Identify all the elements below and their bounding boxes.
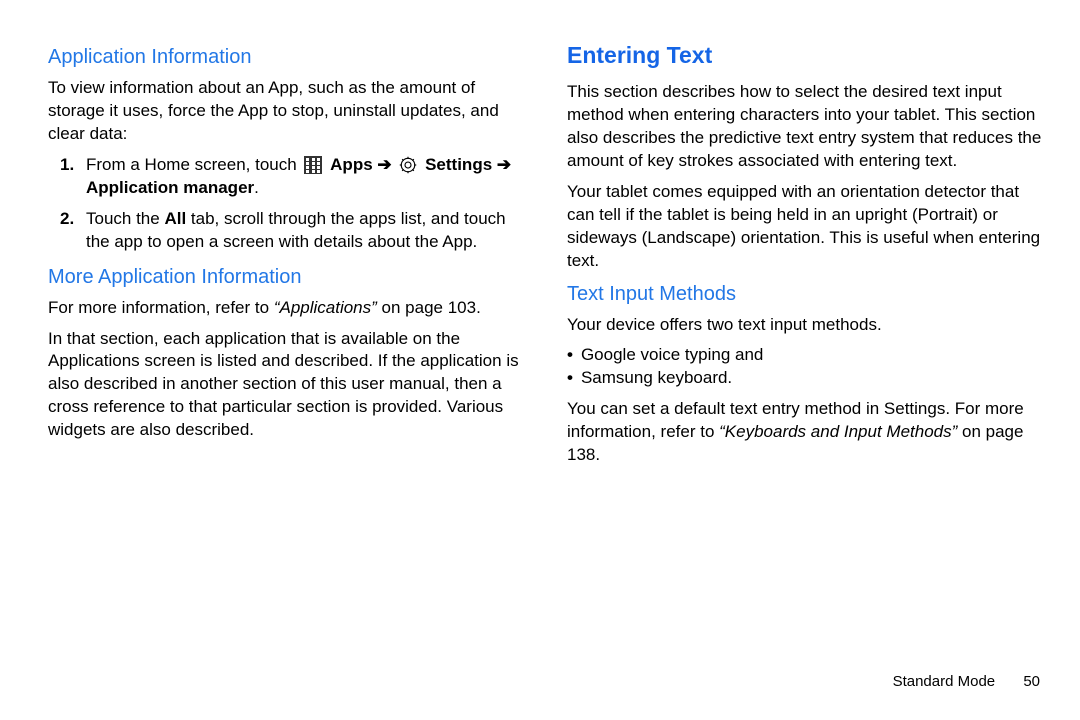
heading-text-input-methods: Text Input Methods — [567, 281, 1046, 308]
gear-icon — [399, 156, 417, 174]
paragraph: In that section, each application that i… — [48, 328, 527, 443]
all-tab-label: All — [164, 209, 186, 228]
heading-entering-text: Entering Text — [567, 40, 1046, 71]
arrow-icon: ➔ — [377, 155, 396, 174]
paragraph: For more information, refer to “Applicat… — [48, 297, 527, 320]
heading-application-information: Application Information — [48, 44, 527, 71]
apps-label: Apps — [330, 155, 373, 174]
list-item: Google voice typing and — [567, 344, 1046, 367]
paragraph: Your device offers two text input method… — [567, 314, 1046, 337]
step-text: Touch the All tab, scroll through the ap… — [86, 208, 527, 254]
apps-icon — [304, 156, 322, 174]
app-manager-label: Application manager — [86, 178, 254, 197]
arrow-icon: ➔ — [497, 155, 511, 174]
paragraph: This section describes how to select the… — [567, 81, 1046, 173]
footer-section: Standard Mode — [893, 673, 996, 690]
paragraph: You can set a default text entry method … — [567, 398, 1046, 467]
paragraph: To view information about an App, such a… — [48, 77, 527, 146]
step-number: 2. — [60, 208, 86, 254]
ordered-steps: 1. From a Home screen, touch Apps ➔ Sett… — [60, 154, 527, 254]
settings-label: Settings — [425, 155, 492, 174]
footer-page-number: 50 — [1023, 673, 1040, 690]
list-item: 1. From a Home screen, touch Apps ➔ Sett… — [60, 154, 527, 200]
cross-reference: “Applications” — [274, 298, 377, 317]
list-item: 2. Touch the All tab, scroll through the… — [60, 208, 527, 254]
page-content: Application Information To view informat… — [0, 0, 1080, 475]
paragraph: Your tablet comes equipped with an orien… — [567, 181, 1046, 273]
right-column: Entering Text This section describes how… — [567, 40, 1046, 475]
heading-more-app-info: More Application Information — [48, 264, 527, 291]
left-column: Application Information To view informat… — [48, 40, 527, 475]
bullet-list: Google voice typing and Samsung keyboard… — [567, 344, 1046, 390]
cross-reference: “Keyboards and Input Methods” — [719, 422, 957, 441]
list-item: Samsung keyboard. — [567, 367, 1046, 390]
step-number: 1. — [60, 154, 86, 200]
page-footer: Standard Mode 50 — [893, 672, 1040, 692]
step-text: From a Home screen, touch Apps ➔ Setting… — [86, 154, 527, 200]
